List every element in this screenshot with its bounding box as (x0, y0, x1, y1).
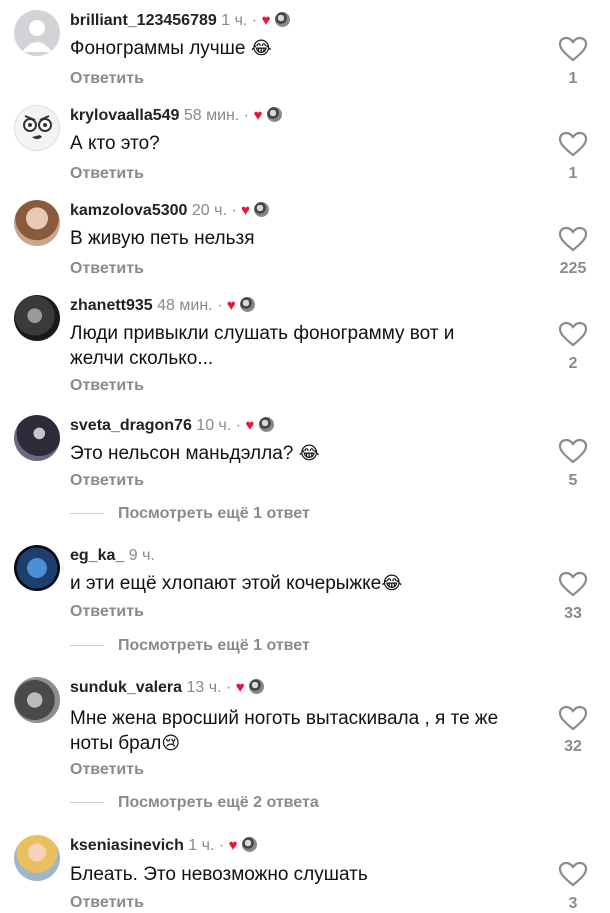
reply-button[interactable]: Ответить (70, 165, 144, 183)
comment: kamzolova5300 20 ч. · ♥ В живую петь нел… (0, 190, 610, 285)
username[interactable]: brilliant_123456789 (70, 12, 217, 29)
heart-outline-icon[interactable] (558, 438, 588, 464)
heart-outline-icon[interactable] (558, 861, 588, 887)
comment-header: krylovaalla549 58 мин. · ♥ (70, 107, 282, 125)
like-count: 3 (568, 895, 578, 912)
timestamp: 1 ч. (221, 12, 248, 29)
avatar[interactable] (14, 295, 60, 341)
divider (70, 513, 104, 515)
reply-button[interactable]: Ответить (70, 260, 144, 278)
username[interactable]: sunduk_valera (70, 679, 182, 696)
creator-avatar-icon (266, 107, 282, 122)
username[interactable]: eg_ka_ (70, 547, 124, 564)
comment-text: А кто это? (70, 133, 160, 154)
creator-avatar-icon (249, 679, 265, 694)
timestamp: 20 ч. (191, 202, 227, 219)
like-count: 5 (568, 472, 578, 489)
heart-outline-icon[interactable] (558, 321, 588, 347)
comment-header: zhanett935 48 мин. · ♥ (70, 297, 256, 315)
comment-text: Это нельсон маньдэлла? 😂 (70, 443, 320, 464)
comment: zhanett935 48 мин. · ♥ Люди привыкли слу… (0, 285, 610, 405)
reply-button[interactable]: Ответить (70, 70, 144, 88)
laughing-emoji-icon: 😂 (250, 38, 272, 58)
heart-outline-icon[interactable] (558, 705, 588, 731)
comment-header: kseniasinevich 1 ч. · ♥ (70, 837, 257, 855)
crying-emoji-icon: 😢 (161, 733, 181, 753)
timestamp: 9 ч. (128, 547, 155, 564)
avatar[interactable] (14, 545, 60, 591)
comment-text: В живую петь нельзя (70, 228, 255, 249)
avatar[interactable] (14, 677, 60, 723)
like-count: 32 (564, 738, 582, 755)
reply-button[interactable]: Ответить (70, 761, 144, 779)
avatar[interactable] (14, 10, 60, 56)
comment: kseniasinevich 1 ч. · ♥ Блеать. Это нево… (0, 817, 610, 913)
creator-avatar-icon (274, 12, 290, 27)
comment: sunduk_valera 13 ч. · ♥ Мне жена вросший… (0, 667, 610, 817)
comment: sveta_dragon76 10 ч. · ♥ Это нельсон ман… (0, 405, 610, 535)
laughing-emoji-icon: 😂 (381, 573, 403, 593)
comment-text: и эти ещё хлопают этой кочерыжке😂 (70, 573, 403, 594)
comment-header: sveta_dragon76 10 ч. · ♥ (70, 417, 274, 435)
comment: krylovaalla549 58 мин. · ♥ А кто это? От… (0, 95, 610, 190)
comment-header: eg_ka_ 9 ч. (70, 547, 155, 565)
timestamp: 13 ч. (186, 679, 222, 696)
reply-button[interactable]: Ответить (70, 603, 144, 621)
like-count: 33 (564, 605, 582, 622)
heart-outline-icon[interactable] (558, 226, 588, 252)
comment-text: Фонограммы лучше 😂 (70, 38, 272, 59)
reply-button[interactable]: Ответить (70, 894, 144, 912)
timestamp: 48 мин. (157, 297, 213, 314)
username[interactable]: krylovaalla549 (70, 107, 179, 124)
comment: eg_ka_ 9 ч. и эти ещё хлопают этой кочер… (0, 535, 610, 667)
red-heart-icon: ♥ (235, 679, 245, 696)
red-heart-icon: ♥ (261, 12, 271, 29)
username[interactable]: kseniasinevich (70, 837, 184, 854)
like-count: 1 (568, 70, 578, 87)
avatar[interactable] (14, 200, 60, 246)
comment-header: sunduk_valera 13 ч. · ♥ (70, 679, 265, 697)
comment-header: kamzolova5300 20 ч. · ♥ (70, 202, 270, 220)
timestamp: 1 ч. (188, 837, 215, 854)
heart-outline-icon[interactable] (558, 131, 588, 157)
timestamp: 58 мин. (183, 107, 240, 124)
red-heart-icon: ♥ (228, 837, 238, 854)
comment-text: Мне жена вросший ноготь вытаскивала , я … (70, 708, 499, 754)
laughing-emoji-icon: 😂 (298, 443, 320, 463)
creator-avatar-icon (240, 297, 256, 312)
like-count: 1 (568, 165, 578, 182)
heart-outline-icon[interactable] (558, 36, 588, 62)
comment-header: brilliant_123456789 1 ч. · ♥ (70, 12, 290, 30)
timestamp: 10 ч. (196, 417, 232, 434)
comment-text: Люди привыкли слушать фонограмму вот и ж… (70, 323, 455, 369)
comment: brilliant_123456789 1 ч. · ♥ Фонограммы … (0, 0, 610, 95)
creator-avatar-icon (258, 417, 274, 432)
like-count: 2 (568, 355, 578, 372)
view-more-replies-button[interactable]: Посмотреть ещё 1 ответ (70, 505, 310, 523)
divider (70, 802, 104, 804)
username[interactable]: kamzolova5300 (70, 202, 187, 219)
red-heart-icon: ♥ (241, 202, 251, 219)
red-heart-icon: ♥ (245, 417, 255, 434)
avatar[interactable] (14, 415, 60, 461)
reply-button[interactable]: Ответить (70, 472, 144, 490)
username[interactable]: zhanett935 (70, 297, 153, 314)
creator-avatar-icon (254, 202, 270, 217)
creator-avatar-icon (242, 837, 257, 852)
like-count: 225 (559, 260, 587, 277)
heart-outline-icon[interactable] (558, 571, 588, 597)
avatar[interactable] (14, 105, 60, 151)
red-heart-icon: ♥ (253, 107, 263, 124)
divider (70, 645, 104, 647)
username[interactable]: sveta_dragon76 (70, 417, 192, 434)
red-heart-icon: ♥ (226, 297, 236, 314)
view-more-replies-button[interactable]: Посмотреть ещё 2 ответа (70, 794, 319, 812)
view-more-replies-button[interactable]: Посмотреть ещё 1 ответ (70, 637, 310, 655)
comment-text: Блеать. Это невозможно слушать (70, 864, 368, 885)
avatar[interactable] (14, 835, 60, 881)
reply-button[interactable]: Ответить (70, 377, 144, 395)
